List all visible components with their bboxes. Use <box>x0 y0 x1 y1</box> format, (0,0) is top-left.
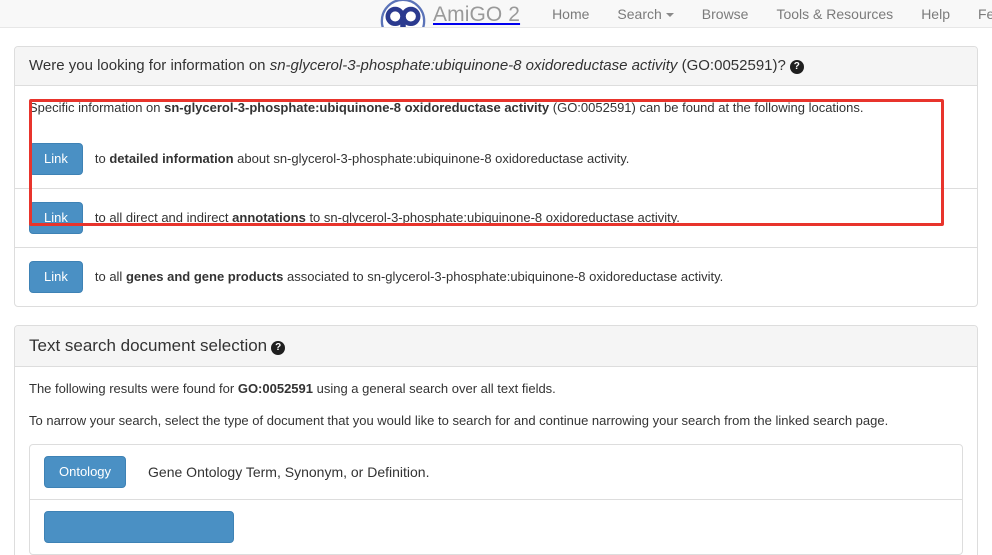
results-summary-line: The following results were found for GO:… <box>29 380 963 398</box>
link-text-bold-1: annotations <box>232 210 306 225</box>
top-navbar: AmiGO 2 Home Search Browse Tools & Resou… <box>0 0 992 28</box>
document-type-row-ontology: Ontology Gene Ontology Term, Synonym, or… <box>30 445 962 499</box>
results-summary-suffix: using a general search over all text fie… <box>313 381 556 396</box>
did-you-mean-panel-heading: Were you looking for information on sn-g… <box>15 47 977 86</box>
nav-item-search[interactable]: Search <box>603 0 687 27</box>
did-you-mean-title: Were you looking for information on sn-g… <box>29 57 804 74</box>
nav-item-browse-label: Browse <box>701 6 749 22</box>
did-you-mean-body-term: sn-glycerol-3-phosphate:ubiquinone-8 oxi… <box>164 100 550 115</box>
nav-item-home-label: Home <box>552 6 590 22</box>
link-text-before-1: to all direct and indirect <box>94 210 233 225</box>
did-you-mean-title-id: (GO:0052591)? <box>677 57 786 74</box>
link-row-annotations: Link to all direct and indirect annotati… <box>15 188 977 247</box>
link-row-text-annotations: to all direct and indirect annotations t… <box>95 209 680 227</box>
link-button-detailed-information[interactable]: Link <box>29 143 83 175</box>
amigo-logo-icon <box>380 0 426 27</box>
link-text-before-2: to all <box>94 269 126 284</box>
document-selection-body: The following results were found for GO:… <box>15 367 977 555</box>
did-you-mean-title-term: sn-glycerol-3-phosphate:ubiquinone-8 oxi… <box>269 57 678 74</box>
did-you-mean-panel: Were you looking for information on sn-g… <box>14 46 978 307</box>
nav-item-browse[interactable]: Browse <box>688 0 763 27</box>
results-summary-prefix: The following results were found for <box>29 381 238 396</box>
link-text-after-1: to sn-glycerol-3-phosphate:ubiquinone-8 … <box>305 210 680 225</box>
link-button-annotations[interactable]: Link <box>29 202 83 234</box>
second-document-type-button[interactable] <box>44 511 234 543</box>
did-you-mean-body-prefix: Specific information on <box>29 100 165 115</box>
ontology-button[interactable]: Ontology <box>44 456 127 488</box>
link-button-genes-and-gene-products[interactable]: Link <box>29 261 83 293</box>
document-type-list: Ontology Gene Ontology Term, Synonym, or… <box>29 444 963 555</box>
link-row-text-detailed-information: to detailed information about sn-glycero… <box>95 150 629 168</box>
brand-home-link[interactable]: AmiGO 2 <box>380 0 521 27</box>
page-title: Text search document selection? <box>29 336 286 355</box>
link-text-after-0: about sn-glycerol-3-phosphate:ubiquinone… <box>233 151 630 166</box>
did-you-mean-title-prefix: Were you looking for information on <box>29 57 270 74</box>
question-mark-icon[interactable]: ? <box>271 341 286 355</box>
link-row-detailed-information: Link to detailed information about sn-gl… <box>15 130 977 188</box>
did-you-mean-link-list: Link to detailed information about sn-gl… <box>15 130 977 306</box>
document-selection-panel: Text search document selection? The foll… <box>14 325 978 555</box>
nav-item-help-label: Help <box>921 6 950 22</box>
chevron-down-icon <box>665 13 674 17</box>
did-you-mean-body-suffix: (GO:0052591) can be found at the followi… <box>549 100 864 115</box>
nav-item-help[interactable]: Help <box>907 0 964 27</box>
nav-item-tools-label: Tools & Resources <box>776 6 894 22</box>
nav-item-feedback[interactable]: Fe <box>964 0 992 27</box>
did-you-mean-body-text: Specific information on sn-glycerol-3-ph… <box>15 86 977 130</box>
link-row-text-genes: to all genes and gene products associate… <box>95 268 723 286</box>
link-text-bold-2: genes and gene products <box>125 269 284 284</box>
question-mark-icon[interactable]: ? <box>789 60 804 74</box>
link-text-after-2: associated to sn-glycerol-3-phosphate:ub… <box>283 269 724 284</box>
link-text-bold-0: detailed information <box>109 151 234 166</box>
page-content: Were you looking for information on sn-g… <box>0 46 992 555</box>
document-selection-title: Text search document selection <box>29 336 268 355</box>
document-type-row-second <box>30 499 962 554</box>
link-row-genes-and-gene-products: Link to all genes and gene products asso… <box>15 247 977 306</box>
nav-item-home[interactable]: Home <box>538 0 603 27</box>
brand-text: AmiGO 2 <box>433 3 521 26</box>
nav-item-feedback-label: Fe <box>977 6 992 22</box>
ontology-description: Gene Ontology Term, Synonym, or Definiti… <box>148 464 430 480</box>
document-selection-panel-heading: Text search document selection? <box>15 326 977 367</box>
narrow-search-instructions: To narrow your search, select the type o… <box>29 413 889 428</box>
results-summary-term-id: GO:0052591 <box>237 381 313 396</box>
nav-item-search-label: Search <box>617 6 662 22</box>
link-text-before-0: to <box>94 151 110 166</box>
nav-item-tools-and-resources[interactable]: Tools & Resources <box>762 0 907 27</box>
